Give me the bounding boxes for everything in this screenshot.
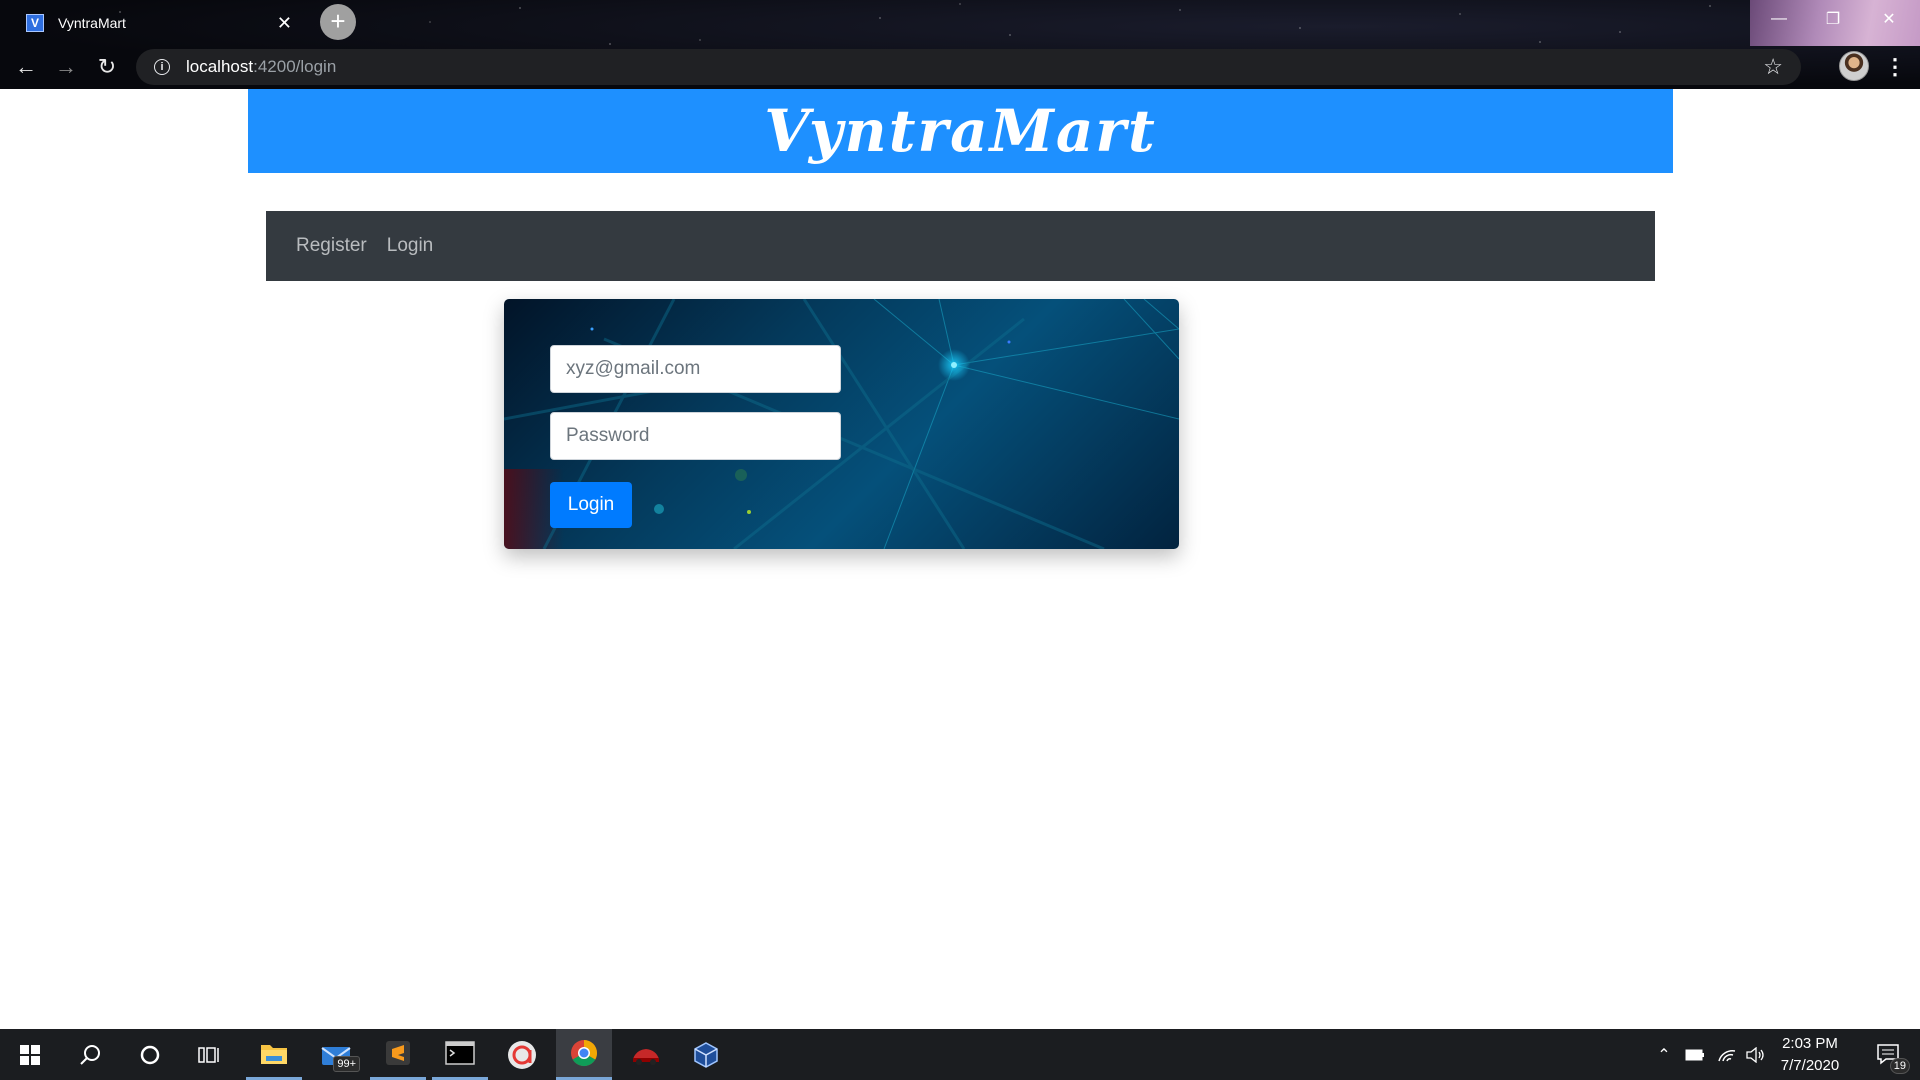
address-bar[interactable]: i localhost :4200/login ☆ [136, 49, 1801, 85]
notification-count-badge: 19 [1889, 1058, 1910, 1074]
info-icon[interactable]: i [154, 59, 170, 75]
brand-logo: VyntraMart [764, 97, 1157, 165]
maximize-button[interactable]: ❐ [1808, 4, 1858, 34]
url-path: :4200/login [253, 57, 337, 76]
password-input[interactable] [550, 412, 841, 460]
search-icon [80, 1044, 100, 1065]
taskbar-file-explorer[interactable] [246, 1029, 302, 1080]
browser-chrome: V VyntraMart ✕ + — ❐ ✕ ← → ↻ i localhost… [0, 0, 1920, 89]
taskbar-sublime-text[interactable] [370, 1029, 426, 1080]
url-host: localhost [186, 57, 254, 76]
bookmark-star-icon[interactable]: ☆ [1763, 54, 1783, 80]
main-navbar: Register Login [266, 211, 1655, 281]
brand-banner: VyntraMart [248, 89, 1673, 173]
chrome-icon [571, 1040, 598, 1067]
email-input[interactable] [550, 345, 841, 393]
forward-button[interactable]: → [48, 49, 84, 85]
taskbar-virtualbox[interactable] [678, 1029, 734, 1080]
battery-icon[interactable] [1682, 1029, 1708, 1080]
taskbar-mail[interactable]: 99+ [308, 1029, 364, 1080]
close-window-button[interactable]: ✕ [1864, 4, 1914, 34]
clock-time: 2:03 PM [1782, 1035, 1838, 1052]
windows-taskbar: 99+ ⌃ 2:03 PM 7/7/2020 19 [0, 1029, 1920, 1080]
cortana-button[interactable] [122, 1029, 178, 1080]
terminal-icon [445, 1041, 475, 1065]
app-a-icon [508, 1040, 536, 1069]
taskbar-chrome[interactable] [556, 1029, 612, 1080]
back-button[interactable]: ← [8, 49, 44, 85]
tray-overflow-icon[interactable]: ⌃ [1652, 1029, 1676, 1080]
car-icon [633, 1048, 659, 1065]
cortana-circle-icon [140, 1045, 160, 1064]
windows-logo-icon [20, 1044, 40, 1065]
taskbar-red-car-app[interactable] [618, 1029, 674, 1080]
minimize-button[interactable]: — [1754, 4, 1804, 34]
login-card: Login [504, 299, 1179, 549]
reload-button[interactable]: ↻ [89, 49, 125, 85]
system-clock[interactable]: 2:03 PM 7/7/2020 [1760, 1033, 1860, 1077]
start-button[interactable] [2, 1029, 58, 1080]
nav-link-register[interactable]: Register [296, 235, 367, 257]
profile-avatar[interactable] [1839, 51, 1869, 81]
folder-icon [261, 1045, 287, 1064]
new-tab-button[interactable]: + [320, 4, 356, 40]
search-button[interactable] [62, 1029, 118, 1080]
task-view-button[interactable] [182, 1029, 238, 1080]
browser-menu-icon[interactable]: ⋮ [1880, 49, 1910, 85]
clock-date: 7/7/2020 [1780, 1057, 1840, 1074]
browser-tab[interactable]: V VyntraMart ✕ [14, 6, 304, 40]
action-center-button[interactable]: 19 [1864, 1029, 1914, 1080]
taskbar-terminal[interactable] [432, 1029, 488, 1080]
taskbar-app-a[interactable] [494, 1029, 550, 1080]
virtualbox-icon [694, 1041, 718, 1068]
browser-toolbar: ← → ↻ i localhost :4200/login ☆ ⋮ [0, 46, 1920, 89]
mail-badge: 99+ [333, 1056, 360, 1072]
wifi-icon[interactable] [1714, 1029, 1740, 1080]
nav-link-login[interactable]: Login [387, 235, 434, 257]
favicon-icon: V [26, 14, 44, 32]
sublime-text-icon [386, 1041, 410, 1065]
login-button[interactable]: Login [550, 482, 632, 528]
tab-title: VyntraMart [58, 15, 126, 31]
close-tab-icon[interactable]: ✕ [277, 13, 292, 34]
task-view-icon [198, 1046, 219, 1063]
